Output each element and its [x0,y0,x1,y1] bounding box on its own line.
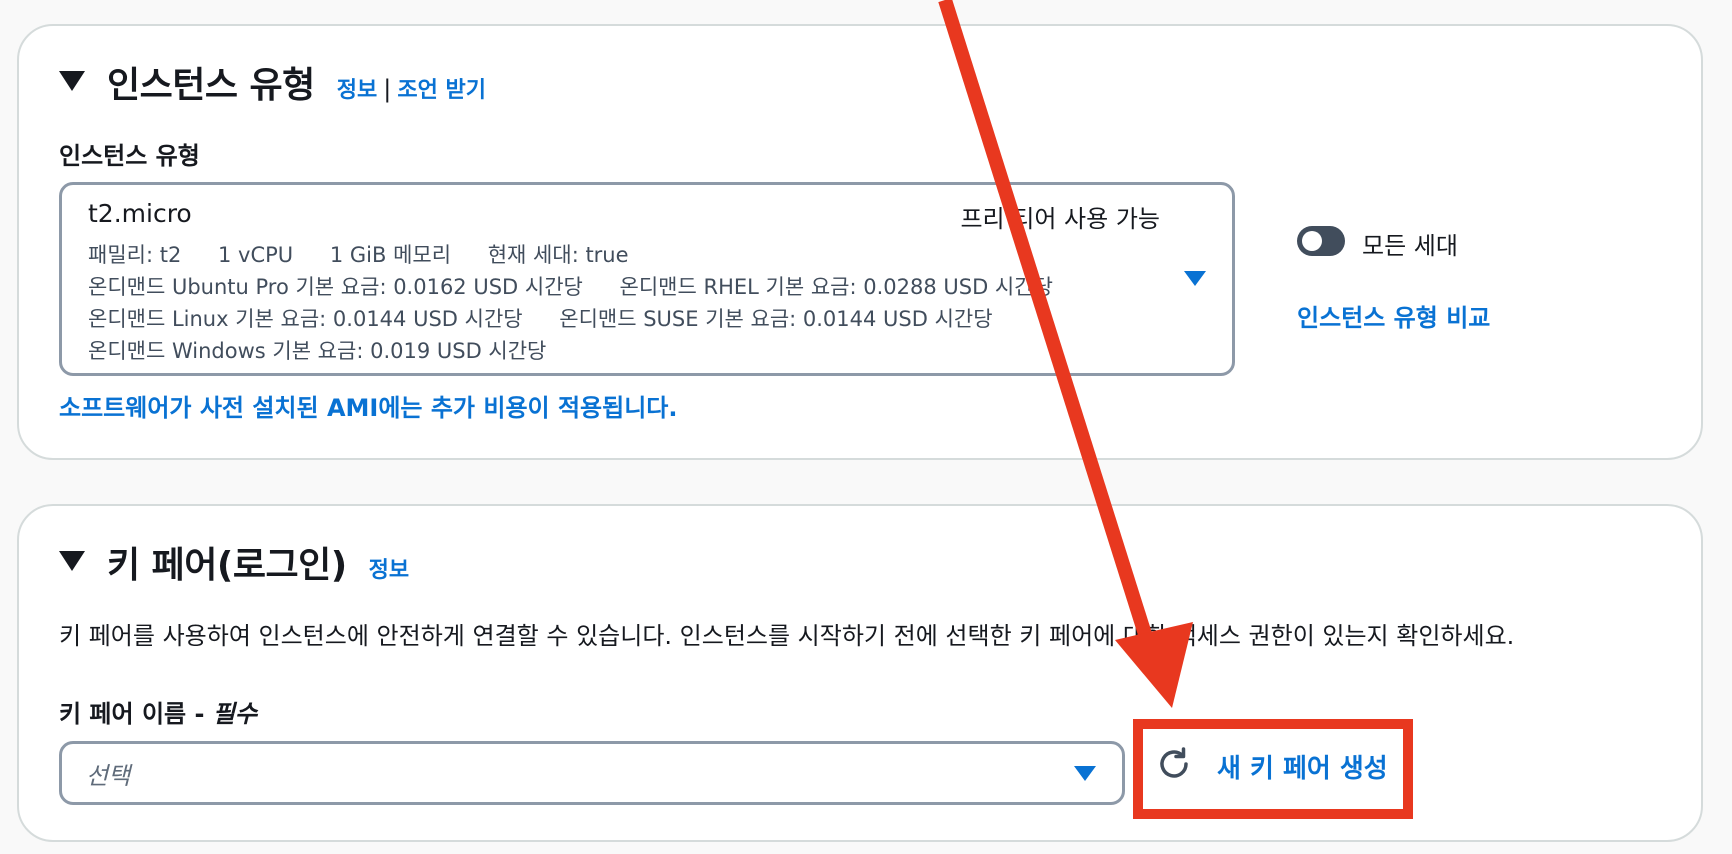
instance-type-label: 인스턴스 유형 [59,142,200,170]
key-pair-name-label-text: 키 페어 이름 - [59,700,213,728]
info-link[interactable]: 정보 [337,72,377,104]
price-rhel: 온디맨드 RHEL 기본 요금: 0.0288 USD 시간당 [619,275,1053,299]
price-linux: 온디맨드 Linux 기본 요금: 0.0144 USD 시간당 [88,307,523,331]
instance-name: t2.micro [88,199,192,228]
section-title: 키 페어(로그인) [107,545,347,586]
ami-cost-note-link[interactable]: 소프트웨어가 사전 설치된 AMI에는 추가 비용이 적용됩니다. [59,388,677,423]
detail-vcpu: 1 vCPU [218,243,294,267]
instance-details: 패밀리: t2 1 vCPU 1 GiB 메모리 현재 세대: true [88,239,629,269]
link-separator: | [383,75,392,103]
detail-memory: 1 GiB 메모리 [329,243,452,267]
select-placeholder: 선택 [86,762,131,790]
section-title: 인스턴스 유형 [107,65,315,106]
collapse-caret-icon[interactable] [59,71,85,91]
detail-generation: 현재 세대: true [487,243,629,267]
toggle-knob [1302,231,1322,251]
dropdown-caret-icon[interactable] [1184,271,1206,286]
collapse-caret-icon[interactable] [59,551,85,571]
detail-family: 패밀리: t2 [88,243,182,267]
pricing-row: 온디맨드 Ubuntu Pro 기본 요금: 0.0162 USD 시간당 온디… [88,271,1053,301]
key-pair-header: 키 페어(로그인) 정보 [59,536,409,588]
key-pair-select[interactable]: 선택 [59,741,1125,805]
required-label: 필수 [212,700,257,728]
compare-instance-types-link[interactable]: 인스턴스 유형 비교 [1297,298,1490,333]
key-pair-name-label: 키 페어 이름 - 필수 [59,694,257,729]
free-tier-badge: 프리 티어 사용 가능 [960,205,1160,233]
dropdown-caret-icon[interactable] [1074,766,1096,781]
all-generations-label: 모든 세대 [1362,232,1458,260]
info-link[interactable]: 정보 [369,552,409,584]
instance-type-header: 인스턴스 유형 정보 | 조언 받기 [59,56,486,108]
pricing-row: 온디맨드 Linux 기본 요금: 0.0144 USD 시간당 온디맨드 SU… [88,303,993,333]
key-pair-description: 키 페어를 사용하여 인스턴스에 안전하게 연결할 수 있습니다. 인스턴스를 … [59,622,1515,650]
advice-link[interactable]: 조언 받기 [397,72,486,104]
key-pair-panel: 키 페어(로그인) 정보 키 페어를 사용하여 인스턴스에 안전하게 연결할 수… [17,504,1703,842]
annotation-highlight-box [1133,719,1413,819]
instance-type-panel: 인스턴스 유형 정보 | 조언 받기 인스턴스 유형 t2.micro 프리 티… [17,24,1703,460]
price-ubuntu-pro: 온디맨드 Ubuntu Pro 기본 요금: 0.0162 USD 시간당 [88,275,583,299]
all-generations-toggle[interactable] [1297,226,1345,256]
pricing-row: 온디맨드 Windows 기본 요금: 0.019 USD 시간당 [88,335,546,365]
price-windows: 온디맨드 Windows 기본 요금: 0.019 USD 시간당 [88,339,547,363]
instance-type-select[interactable]: t2.micro 프리 티어 사용 가능 패밀리: t2 1 vCPU 1 Gi… [59,182,1235,376]
price-suse: 온디맨드 SUSE 기본 요금: 0.0144 USD 시간당 [559,307,993,331]
